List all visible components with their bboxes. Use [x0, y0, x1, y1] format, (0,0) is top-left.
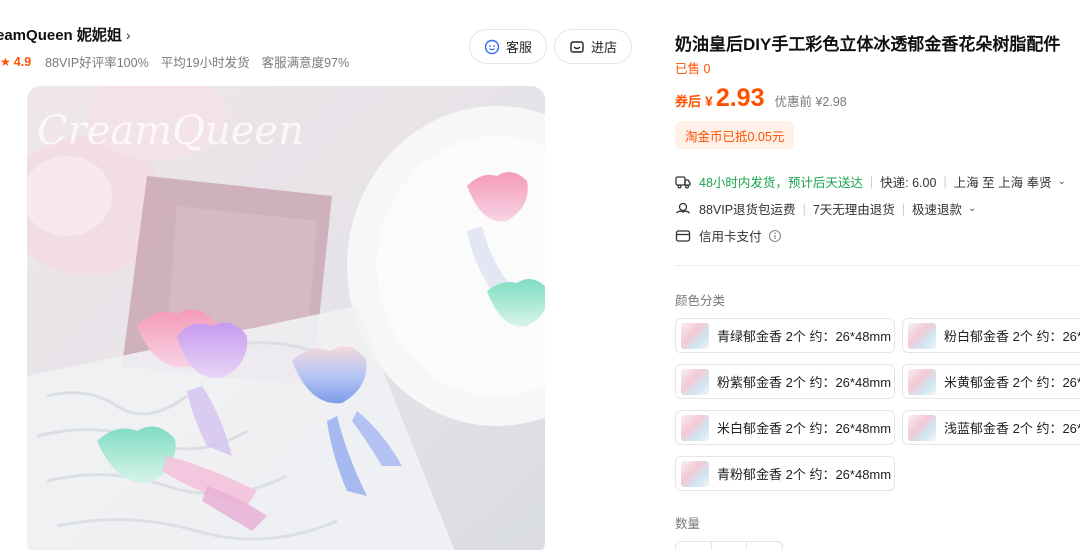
guarantee-row[interactable]: 88VIP退货包运费 | 7天无理由退货 | 极速退款 ⌄ — [675, 199, 976, 218]
increment-button[interactable] — [747, 542, 782, 550]
sku-thumbnail — [908, 414, 936, 441]
shipping-row[interactable]: 48小时内发货，预计后天送达 | 快递: 6.00 | 上海 至 上海 奉贤 ⌄ — [675, 172, 1066, 191]
store-metric-good-rate: 88VIP好评率100% — [45, 56, 149, 70]
sku-option-label: 青绿郁金香 2个 约：26*48mm — [717, 329, 892, 344]
sku-option-label: 青粉郁金香 2个 约：26*48mm — [717, 467, 892, 482]
sku-thumbnail — [908, 322, 936, 349]
customer-service-button[interactable]: 客服 — [469, 29, 547, 64]
sku-option-label: 米黄郁金香 2个 约：26*48mm — [944, 375, 1080, 390]
credit-card-payment: 信用卡支付 — [699, 230, 762, 244]
product-main-image[interactable]: CreamQueen — [27, 86, 545, 550]
sku-thumbnail — [681, 322, 709, 349]
quantity-input[interactable] — [712, 542, 748, 550]
store-rating: 4.9 — [13, 54, 32, 69]
sku-thumbnail — [681, 414, 709, 441]
price-row: 券后 ¥ 2.93 优惠前 ¥2.98 — [675, 84, 847, 113]
sku-option-label: 浅蓝郁金香 2个 约：26*48mm — [944, 421, 1080, 436]
separator: | — [869, 174, 874, 189]
chevron-right-icon: › — [125, 26, 131, 43]
coin-discount-badge: 淘金币已抵0.05元 — [675, 121, 795, 149]
store-icon — [570, 40, 584, 53]
info-icon[interactable] — [768, 229, 782, 243]
separator: | — [802, 201, 806, 216]
star-icon: ★ — [0, 54, 11, 69]
sku-thumbnail — [681, 460, 709, 487]
delivery-estimate: 48小时内发货，预计后天送达 — [699, 176, 863, 190]
sku-option[interactable]: 粉紫郁金香 2个 约：26*48mm — [675, 364, 895, 399]
sku-option[interactable]: 浅蓝郁金香 2个 约：26*48mm — [902, 410, 1080, 445]
payment-row: 信用卡支付 — [675, 226, 782, 245]
sku-option[interactable]: 青绿郁金香 2个 约：26*48mm — [675, 318, 895, 353]
store-metric-service: 客服满意度97% — [261, 56, 350, 70]
product-title: 奶油皇后DIY手工彩色立体冰透郁金香花朵树脂配件 — [675, 35, 1061, 54]
store-metric-ship-time: 平均19小时发货 — [160, 56, 250, 70]
enter-store-label: 进店 — [590, 40, 617, 55]
sku-option-label: 粉紫郁金香 2个 约：26*48mm — [717, 375, 892, 390]
chevron-down-icon: ⌄ — [968, 203, 977, 214]
price-label: 券后 — [675, 94, 702, 109]
quantity-label: 数量 — [675, 517, 701, 531]
sku-thumbnail — [908, 368, 936, 395]
chat-smile-icon — [484, 39, 500, 54]
return-shipping-guarantee: 88VIP退货包运费 — [699, 203, 796, 217]
credit-card-icon — [675, 229, 691, 242]
sold-count: 已售 0 — [675, 62, 711, 76]
product-watermark: CreamQueen — [37, 108, 304, 154]
store-name: eamQueen 妮妮姐 — [0, 27, 122, 44]
price-amount: 2.93 — [715, 84, 765, 112]
decrement-button[interactable] — [676, 542, 712, 550]
store-metrics: ★ 4.9 88VIP好评率100% 平均19小时发货 客服满意度97% — [0, 52, 361, 71]
customer-service-label: 客服 — [505, 40, 532, 55]
separator: | — [901, 201, 906, 216]
divider — [675, 265, 1080, 266]
hand-shield-icon — [676, 202, 690, 213]
sku-option[interactable]: 米白郁金香 2个 约：26*48mm — [675, 410, 895, 445]
enter-store-button[interactable]: 进店 — [554, 29, 632, 64]
quantity-stepper[interactable] — [675, 541, 783, 550]
currency-symbol: ¥ — [705, 93, 713, 109]
store-name-link[interactable]: eamQueen 妮妮姐 › — [0, 24, 131, 45]
sku-option[interactable]: 粉白郁金香 2个 约：26*48mm — [902, 318, 1080, 353]
sku-option[interactable]: 米黄郁金香 2个 约：26*48mm — [902, 364, 1080, 399]
truck-icon — [675, 175, 691, 189]
sku-section-label: 颜色分类 — [675, 294, 726, 308]
chevron-down-icon: ⌄ — [1057, 176, 1066, 187]
original-price: 优惠前 ¥2.98 — [774, 95, 847, 109]
no-reason-return: 7天无理由退货 — [812, 203, 895, 217]
sku-thumbnail — [681, 368, 709, 395]
separator: | — [943, 174, 947, 189]
fast-refund: 极速退款 — [912, 203, 963, 217]
sku-option-label: 米白郁金香 2个 约：26*48mm — [717, 421, 892, 436]
sku-option[interactable]: 青粉郁金香 2个 约：26*48mm — [675, 456, 895, 491]
express-fee: 快递: 6.00 — [880, 176, 937, 190]
product-photo-illustration: CreamQueen — [27, 86, 545, 550]
sku-option-label: 粉白郁金香 2个 约：26*48mm — [944, 329, 1080, 344]
shipping-route: 上海 至 上海 奉贤 — [953, 176, 1052, 190]
